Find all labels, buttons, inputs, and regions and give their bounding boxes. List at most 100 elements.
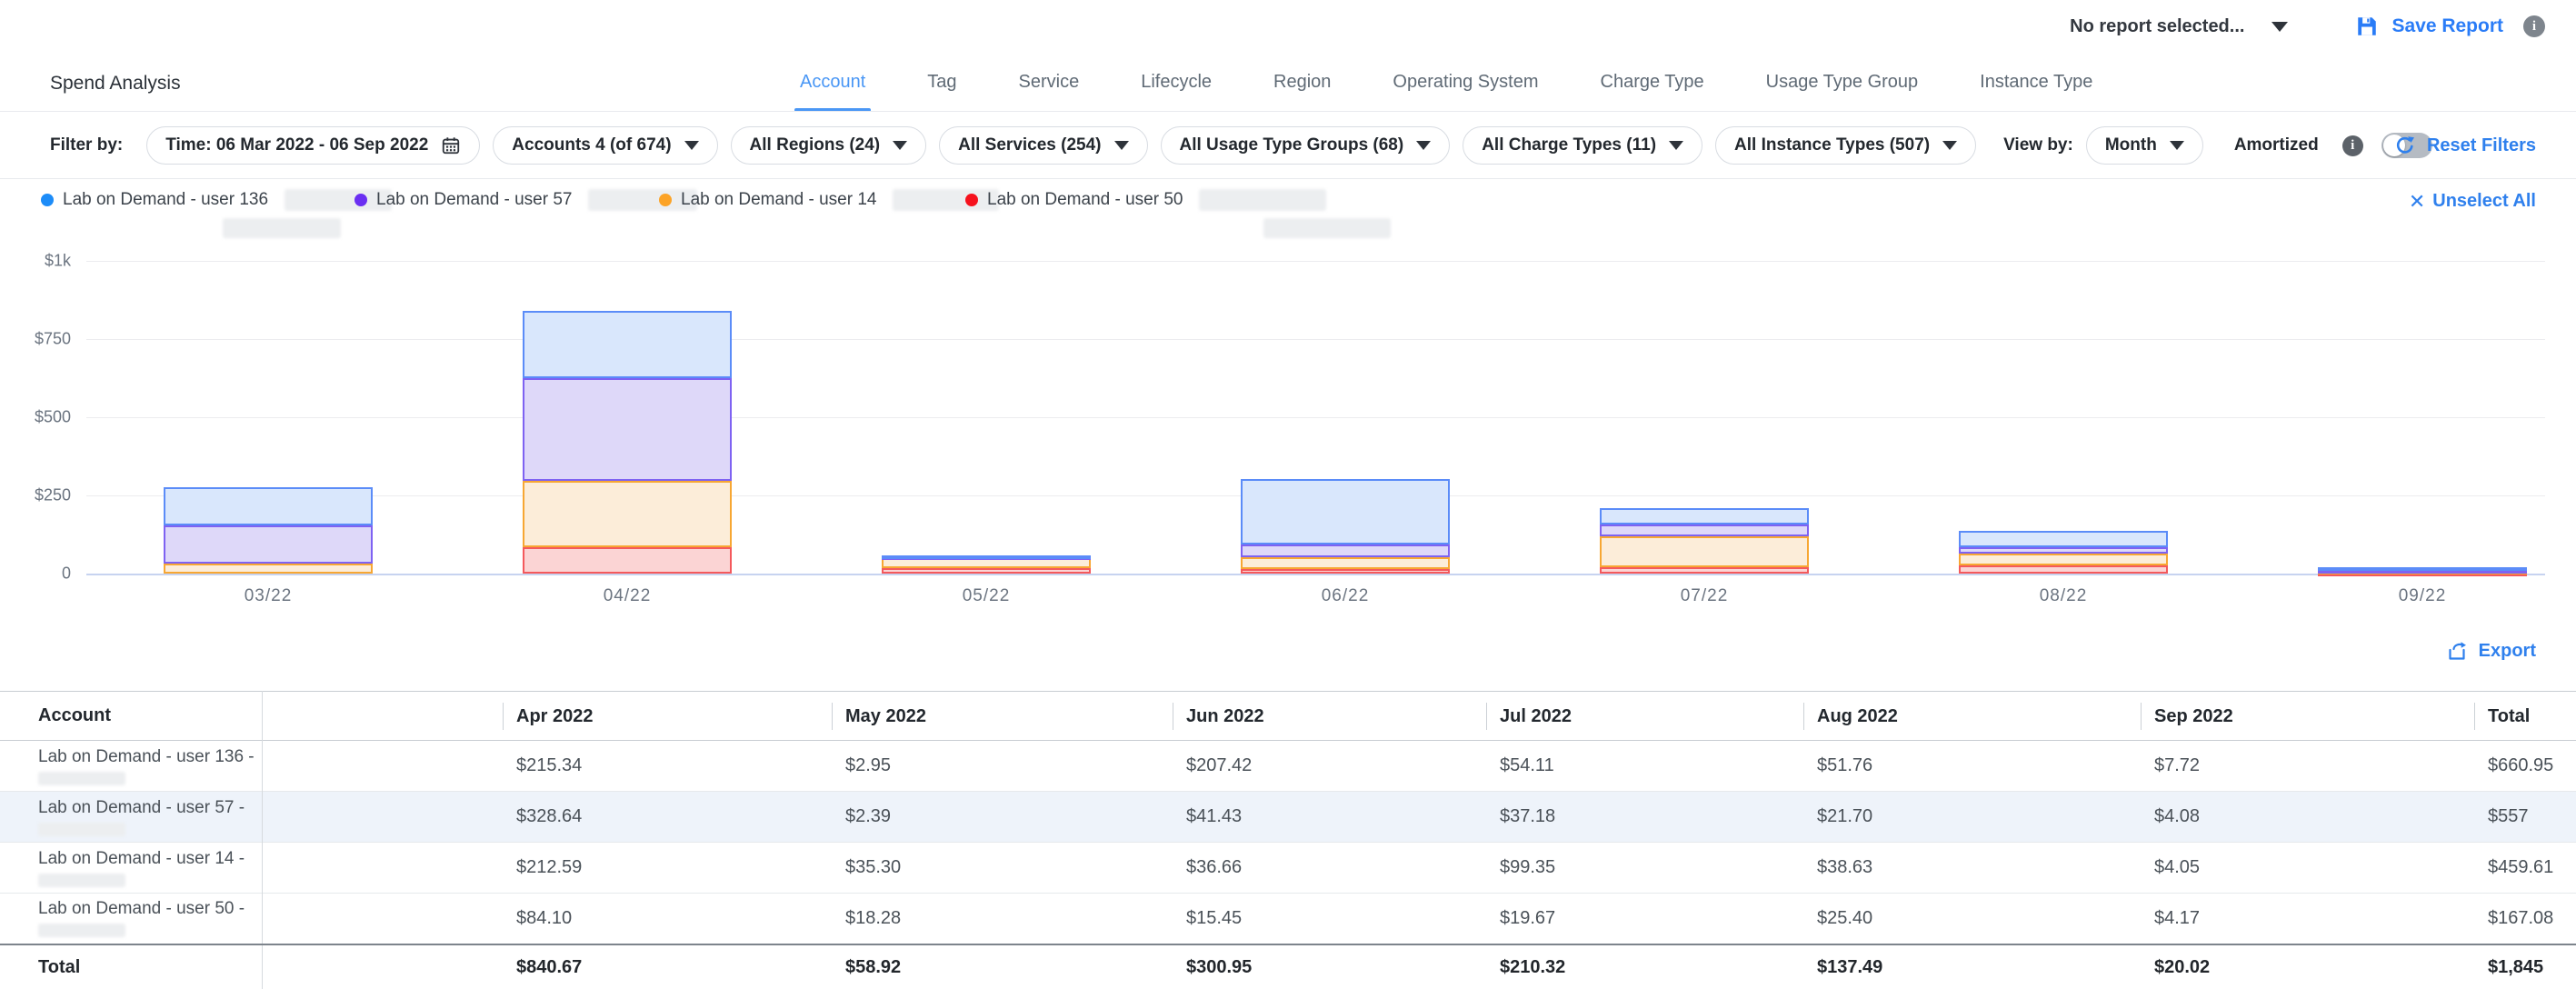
bar-segment-lab-on-demand-user-136-08-22[interactable] [1959,531,2168,547]
spend-value-cell: $215.34 [503,741,832,792]
bar-segment-lab-on-demand-user-136-06-22[interactable] [1241,479,1450,544]
time-range-value: Time: 06 Mar 2022 - 06 Sep 2022 [165,135,428,155]
chevron-down-icon [684,141,699,150]
legend-item-1[interactable]: Lab on Demand - user 136 [41,189,392,211]
filter-pill-all-services-254-[interactable]: All Services (254) [939,126,1147,165]
redacted-text [223,218,341,238]
column-header-jul-2022: Jul 2022 [1486,692,1803,741]
legend-item-2[interactable]: Lab on Demand - user 57 [354,189,697,211]
save-icon [2355,15,2379,38]
bar-segment-lab-on-demand-user-57-07-22[interactable] [1600,524,1809,536]
unselect-all-button[interactable]: ✕ Unselect All [2409,191,2536,212]
chevron-down-icon [1416,141,1431,150]
legend-item-4[interactable]: Lab on Demand - user 50 [965,189,1326,211]
chevron-down-icon [893,141,907,150]
spend-value-cell: $38.63 [1803,843,2141,894]
bar-segment-lab-on-demand-user-14-06-22[interactable] [1241,557,1450,569]
tab-lifecycle[interactable]: Lifecycle [1141,53,1212,112]
bar-segment-lab-on-demand-user-50-06-22[interactable] [1241,569,1450,574]
table-header-row: AccountApr 2022May 2022Jun 2022Jul 2022A… [0,692,2576,741]
tab-usage-type-group[interactable]: Usage Type Group [1766,53,1919,112]
spacer-cell [262,894,503,944]
bar-segment-lab-on-demand-user-50-07-22[interactable] [1600,567,1809,574]
tab-instance-type[interactable]: Instance Type [1980,53,2092,112]
filter-pill-label: Accounts 4 (of 674) [512,135,671,155]
spend-value-cell: $459.61 [2474,843,2576,894]
filter-pill-label: All Regions (24) [750,135,881,155]
bar-segment-lab-on-demand-user-50-05-22[interactable] [882,568,1091,574]
view-by-dropdown[interactable]: Month [2086,126,2203,165]
spacer-cell [262,792,503,843]
unselect-all-label: Unselect All [2432,191,2536,212]
export-button[interactable]: Export [2446,640,2536,662]
filter-pill-all-usage-type-groups-68-[interactable]: All Usage Type Groups (68) [1161,126,1451,165]
filter-pill-all-regions-24-[interactable]: All Regions (24) [731,126,927,165]
amortized-info-icon[interactable]: i [2342,135,2363,156]
save-report-button[interactable]: Save Report [2355,15,2503,38]
close-icon: ✕ [2409,193,2425,211]
filter-pill-accounts-4-of-674-[interactable]: Accounts 4 (of 674) [493,126,717,165]
table-row[interactable]: Lab on Demand - user 57 -$328.64$2.39$41… [0,792,2576,843]
bar-segment-lab-on-demand-user-50-04-22[interactable] [523,547,732,574]
filter-by-label: Filter by: [50,135,123,155]
bar-segment-lab-on-demand-user-14-07-22[interactable] [1600,536,1809,567]
bar-segment-lab-on-demand-user-57-06-22[interactable] [1241,544,1450,557]
filter-pill-label: All Charge Types (11) [1482,135,1656,155]
spend-value-cell: $51.76 [1803,741,2141,792]
filter-pill-all-instance-types-507-[interactable]: All Instance Types (507) [1715,126,1976,165]
table-row[interactable]: Lab on Demand - user 50 -$84.10$18.28$15… [0,894,2576,944]
account-name: Lab on Demand - user 50 - [38,899,262,919]
x-axis-tick: 03/22 [195,586,341,606]
table-row[interactable]: Lab on Demand - user 136 -$215.34$2.95$2… [0,741,2576,792]
tab-tag[interactable]: Tag [927,53,956,112]
total-value-cell: $210.32 [1486,944,1803,989]
redacted-text [38,823,125,836]
table-row[interactable]: Lab on Demand - user 14 -$212.59$35.30$3… [0,843,2576,894]
tab-account[interactable]: Account [800,53,865,112]
bar-segment-lab-on-demand-user-136-04-22[interactable] [523,311,732,378]
bar-segment-lab-on-demand-user-136-03-22[interactable] [164,487,373,525]
bar-segment-lab-on-demand-user-136-05-22[interactable] [882,555,1091,559]
filter-pill-all-charge-types-11-[interactable]: All Charge Types (11) [1463,126,1702,165]
spend-value-cell: $328.64 [503,792,832,843]
spend-value-cell: $41.43 [1173,792,1486,843]
column-header-jun-2022: Jun 2022 [1173,692,1486,741]
time-range-pill[interactable]: Time: 06 Mar 2022 - 06 Sep 2022 [146,126,480,165]
spend-table-wrap: AccountApr 2022May 2022Jun 2022Jul 2022A… [0,691,2576,989]
tab-operating-system[interactable]: Operating System [1393,53,1538,112]
filter-pill-label: All Services (254) [958,135,1101,155]
reset-filters-label: Reset Filters [2427,135,2536,156]
bar-segment-lab-on-demand-user-57-04-22[interactable] [523,378,732,481]
spend-value-cell: $15.45 [1173,894,1486,944]
bar-segment-lab-on-demand-user-14-04-22[interactable] [523,481,732,547]
bar-segment-lab-on-demand-user-57-08-22[interactable] [1959,547,2168,554]
gridline [86,574,2545,575]
redacted-text [38,924,125,937]
y-axis-tick: 0 [3,564,71,584]
export-label: Export [2479,641,2536,662]
bar-segment-lab-on-demand-user-14-08-22[interactable] [1959,554,2168,565]
bar-segment-lab-on-demand-user-136-09-22[interactable] [2318,567,2527,571]
spend-value-cell: $99.35 [1486,843,1803,894]
amortized-label: Amortized [2234,135,2319,155]
redacted-text [1199,189,1326,211]
bar-segment-lab-on-demand-user-136-07-22[interactable] [1600,508,1809,525]
bar-segment-lab-on-demand-user-57-03-22[interactable] [164,525,373,564]
reset-filters-button[interactable]: Reset Filters [2394,135,2536,156]
gridline [86,261,2545,262]
bar-segment-lab-on-demand-user-14-03-22[interactable] [164,564,373,574]
info-icon[interactable]: i [2523,15,2545,37]
report-selector-dropdown[interactable]: No report selected... [2070,16,2288,37]
tab-region[interactable]: Region [1273,53,1331,112]
legend-item-3[interactable]: Lab on Demand - user 14 [659,189,999,211]
bar-segment-lab-on-demand-user-50-08-22[interactable] [1959,565,2168,574]
tab-bar: Account Tag Service Lifecycle Region Operatin… [800,53,2092,112]
chart-legend: ✕ Unselect All Lab on Demand - user 136L… [0,178,2576,249]
tab-service[interactable]: Service [1019,53,1080,112]
redacted-text [38,772,125,785]
legend-dot-icon [965,194,978,206]
tab-charge-type[interactable]: Charge Type [1601,53,1704,112]
chevron-down-icon [1942,141,1957,150]
legend-dot-icon [354,194,367,206]
column-header-total: Total [2474,692,2576,741]
